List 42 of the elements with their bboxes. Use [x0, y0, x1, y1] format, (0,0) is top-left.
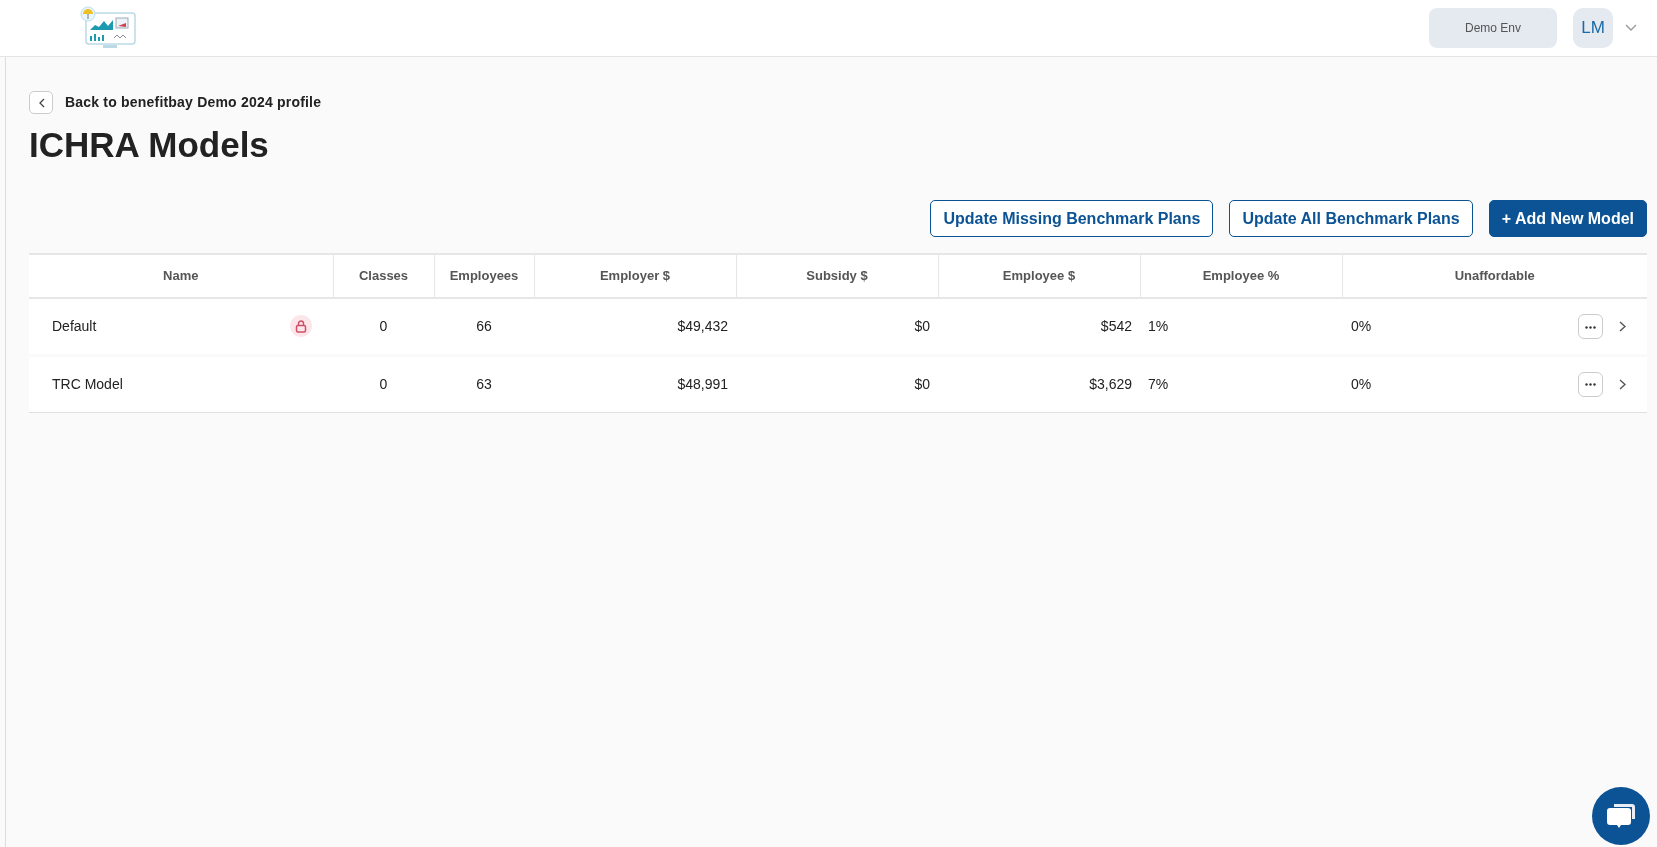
- chevron-down-icon[interactable]: [1625, 24, 1637, 32]
- chevron-left-icon: [37, 97, 45, 108]
- column-header: Employees: [449, 268, 519, 284]
- update-plans-button[interactable]: Update Missing Benchmark Plans: [930, 200, 1214, 237]
- table-cell: 1%: [1148, 317, 1169, 334]
- model-name: TRC Model: [52, 374, 123, 394]
- ellipsis-icon: [1585, 325, 1596, 329]
- table-cell: 63: [476, 375, 492, 392]
- chat-button[interactable]: [1592, 787, 1650, 845]
- user-avatar[interactable]: LM: [1573, 8, 1613, 48]
- table-cell: 7%: [1148, 375, 1169, 392]
- back-link[interactable]: Back to benefitbay Demo 2024 profile: [65, 92, 322, 113]
- column-header: Employee %: [1202, 268, 1280, 284]
- column-header: Employee $: [1002, 268, 1076, 284]
- table-cell: $0: [914, 375, 930, 392]
- chevron-right-icon[interactable]: [1619, 378, 1626, 390]
- table-cell: $0: [914, 317, 930, 334]
- column-header: Name: [163, 268, 199, 284]
- table-cell: $48,991: [677, 375, 728, 392]
- table-cell: 0: [379, 375, 388, 392]
- update-plans-button[interactable]: Update All Benchmark Plans: [1229, 200, 1473, 237]
- page-title: ICHRA Models: [29, 124, 270, 166]
- chat-bubble-icon: [1606, 802, 1636, 830]
- table-cell-text: 0%: [1351, 316, 1372, 336]
- column-header: Unaffordable: [1454, 268, 1535, 284]
- dashboard-monitor-logo: [80, 6, 138, 50]
- environment-button[interactable]: Demo Env: [1429, 8, 1557, 48]
- table-cell: $542: [1100, 317, 1132, 334]
- model-name: Default: [52, 316, 97, 336]
- table-cell-text: 0%: [1351, 374, 1372, 394]
- add-model-button[interactable]: + Add New Model: [1488, 200, 1647, 237]
- table-cell: $3,629: [1089, 375, 1132, 392]
- table-cell: $49,432: [677, 317, 728, 334]
- column-header: Employer $: [599, 268, 671, 284]
- ellipsis-icon: [1585, 383, 1596, 387]
- table-cell: 66: [476, 317, 492, 334]
- column-header: Subsidy $: [806, 268, 868, 284]
- table-cell: 0: [379, 317, 388, 334]
- more-options-button[interactable]: [1578, 371, 1603, 397]
- more-options-button[interactable]: [1578, 313, 1603, 339]
- chevron-right-icon[interactable]: [1619, 320, 1626, 332]
- column-header: Classes: [358, 268, 409, 284]
